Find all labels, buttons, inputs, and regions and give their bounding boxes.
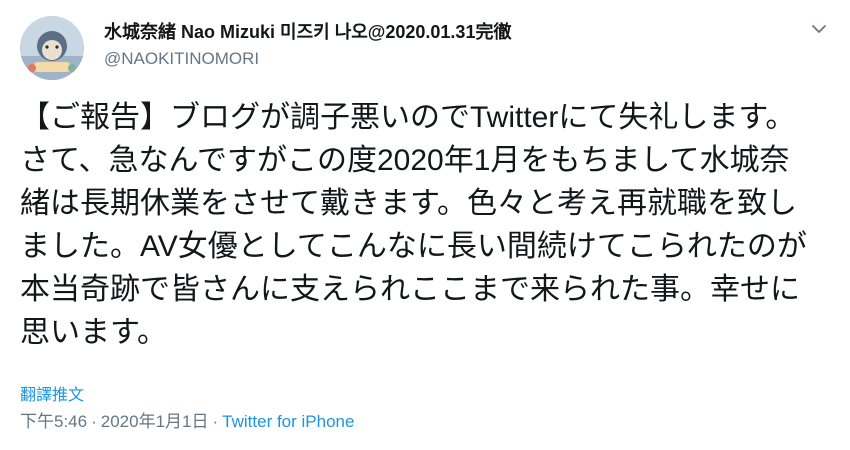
tweet-meta: 下午5:46 · 2020年1月1日 · Twitter for iPhone: [20, 407, 354, 432]
display-name[interactable]: 水城奈緒 Nao Mizuki 미즈키 나오@2020.01.31完徹: [104, 20, 511, 44]
author-block: 水城奈緒 Nao Mizuki 미즈키 나오@2020.01.31完徹 @NAO…: [104, 20, 511, 70]
meta-separator: ·: [91, 412, 97, 431]
chevron-down-icon[interactable]: [810, 20, 828, 38]
tweet-time[interactable]: 下午5:46: [20, 412, 87, 431]
user-handle[interactable]: @NAOKITINOMORI: [104, 48, 511, 70]
translate-tweet-link[interactable]: 翻譯推文: [20, 381, 84, 405]
meta-separator: ·: [212, 412, 219, 431]
avatar-image: [20, 16, 84, 80]
avatar[interactable]: [20, 16, 84, 80]
tweet-date[interactable]: 2020年1月1日: [101, 412, 209, 431]
tweet-text: 【ご報告】ブログが調子悪いのでTwitterにて失礼します。 さて、急なんですが…: [20, 101, 807, 349]
tweet-source-link[interactable]: Twitter for iPhone: [222, 412, 354, 431]
